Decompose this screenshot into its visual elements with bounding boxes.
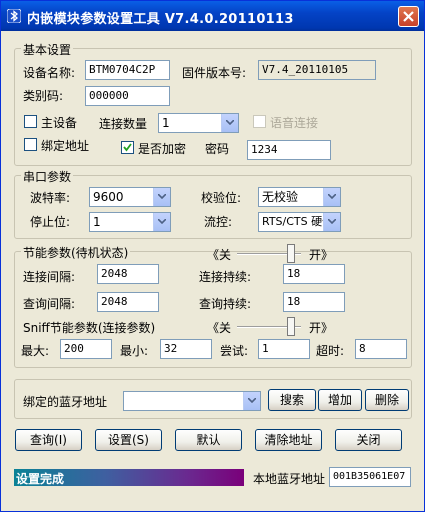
window-close-button[interactable] (398, 6, 419, 27)
connection-duration-input[interactable]: 18 (283, 264, 345, 284)
close-button[interactable]: 关闭 (335, 429, 402, 451)
sniff-timeout-label: 超时: (316, 344, 345, 358)
title-bar[interactable]: 内嵌模块参数设置工具 V7.4.0.20110113 (1, 1, 424, 31)
set-button[interactable]: 设置(S) (95, 429, 162, 451)
bluetooth-app-icon (7, 9, 21, 23)
baud-rate-select[interactable]: 9600 (89, 187, 171, 207)
sniff-slider-thumb[interactable] (287, 317, 295, 336)
query-duration-input[interactable]: 18 (283, 292, 345, 312)
class-code-input[interactable]: 000000 (85, 86, 170, 106)
query-button[interactable]: 查询(I) (15, 429, 82, 451)
sniff-timeout-input[interactable]: 8 (355, 339, 407, 359)
flow-control-label: 流控: (204, 215, 233, 229)
serial-params-legend: 串口参数 (21, 168, 74, 185)
chevron-down-icon (248, 398, 256, 403)
master-device-checkbox[interactable] (24, 115, 37, 128)
sniff-min-label: 最小: (120, 344, 149, 358)
window-title: 内嵌模块参数设置工具 V7.4.0.20110113 (27, 12, 294, 27)
password-label: 密码 (205, 142, 230, 156)
close-icon (403, 11, 414, 22)
stop-bits-dropdown-button[interactable] (153, 213, 170, 231)
firmware-version-field: V7.4_20110105 (258, 60, 376, 80)
device-name-label: 设备名称: (23, 66, 76, 80)
parity-label: 校验位: (201, 191, 242, 205)
sniff-slider-on-label: 开》 (309, 321, 334, 335)
bound-address-select[interactable] (123, 391, 261, 411)
clear-address-button[interactable]: 清除地址 (255, 429, 322, 451)
query-interval-label: 查询间隔: (23, 297, 76, 311)
connection-interval-label: 连接间隔: (23, 270, 76, 284)
status-text: 设置完成 (16, 472, 65, 486)
sniff-attempt-label: 尝试: (220, 344, 249, 358)
power-slider-thumb[interactable] (287, 244, 295, 263)
main-window: 内嵌模块参数设置工具 V7.4.0.20110113 基本设置 设备名称: BT… (0, 0, 425, 512)
chevron-down-icon (328, 194, 336, 199)
connection-count-value: 1 (162, 116, 170, 130)
local-address-field: 001B35061E07 (329, 467, 411, 487)
connection-count-dropdown-button[interactable] (221, 114, 238, 132)
query-interval-input[interactable]: 2048 (97, 292, 159, 312)
parity-value: 无校验 (262, 190, 299, 204)
connection-count-label: 连接数量 (99, 117, 148, 131)
stop-bits-value: 1 (93, 215, 101, 229)
sniff-params-legend: Sniff节能参数(连接参数) (21, 319, 158, 336)
voice-connection-checkbox[interactable] (253, 115, 266, 128)
device-name-input[interactable]: BTM0704C2P (85, 60, 170, 80)
power-saving-legend: 节能参数(待机状态) (21, 244, 131, 261)
delete-button[interactable]: 删除 (365, 389, 409, 411)
search-button[interactable]: 搜索 (268, 389, 316, 411)
connection-duration-label: 连接持续: (199, 270, 252, 284)
status-bar: 设置完成 (14, 469, 244, 486)
flow-control-dropdown-button[interactable] (323, 213, 340, 231)
master-device-label: 主设备 (41, 116, 78, 130)
voice-connection-label: 语音连接 (270, 116, 319, 130)
class-code-label: 类别码: (23, 89, 64, 103)
checkmark-icon (123, 143, 132, 152)
bound-address-dropdown-button[interactable] (243, 392, 260, 410)
password-input[interactable]: 1234 (247, 140, 331, 160)
flow-control-select[interactable]: RTS/CTS 硬件 (258, 212, 341, 232)
stop-bits-select[interactable]: 1 (89, 212, 171, 232)
default-button[interactable]: 默认 (175, 429, 242, 451)
baud-rate-label: 波特率: (30, 191, 71, 205)
baud-rate-value: 9600 (93, 190, 124, 204)
sniff-min-input[interactable]: 32 (160, 339, 212, 359)
parity-select[interactable]: 无校验 (258, 187, 341, 207)
basic-settings-legend: 基本设置 (21, 41, 74, 58)
chevron-down-icon (158, 219, 166, 224)
bind-address-checkbox[interactable] (24, 138, 37, 151)
parity-dropdown-button[interactable] (323, 188, 340, 206)
encrypt-checkbox[interactable] (121, 141, 134, 154)
sniff-attempt-input[interactable]: 1 (258, 339, 310, 359)
stop-bits-label: 停止位: (30, 215, 71, 229)
sniff-slider-off-label: 《关 (207, 321, 232, 335)
firmware-version-label: 固件版本号: (182, 66, 247, 80)
sniff-max-input[interactable]: 200 (60, 339, 112, 359)
baud-rate-dropdown-button[interactable] (153, 188, 170, 206)
add-button[interactable]: 增加 (318, 389, 362, 411)
connection-interval-input[interactable]: 2048 (97, 264, 159, 284)
chevron-down-icon (226, 120, 234, 125)
power-slider-off-label: 《关 (207, 248, 232, 262)
connection-count-select[interactable]: 1 (158, 113, 239, 133)
bound-address-label: 绑定的蓝牙地址 (23, 395, 108, 409)
bind-address-label: 绑定地址 (41, 139, 90, 153)
chevron-down-icon (158, 194, 166, 199)
chevron-down-icon (328, 219, 336, 224)
encrypt-label: 是否加密 (138, 142, 187, 156)
local-address-label: 本地蓝牙地址 (253, 472, 326, 486)
sniff-max-label: 最大: (21, 344, 50, 358)
query-duration-label: 查询持续: (199, 297, 252, 311)
power-slider-on-label: 开》 (309, 248, 334, 262)
